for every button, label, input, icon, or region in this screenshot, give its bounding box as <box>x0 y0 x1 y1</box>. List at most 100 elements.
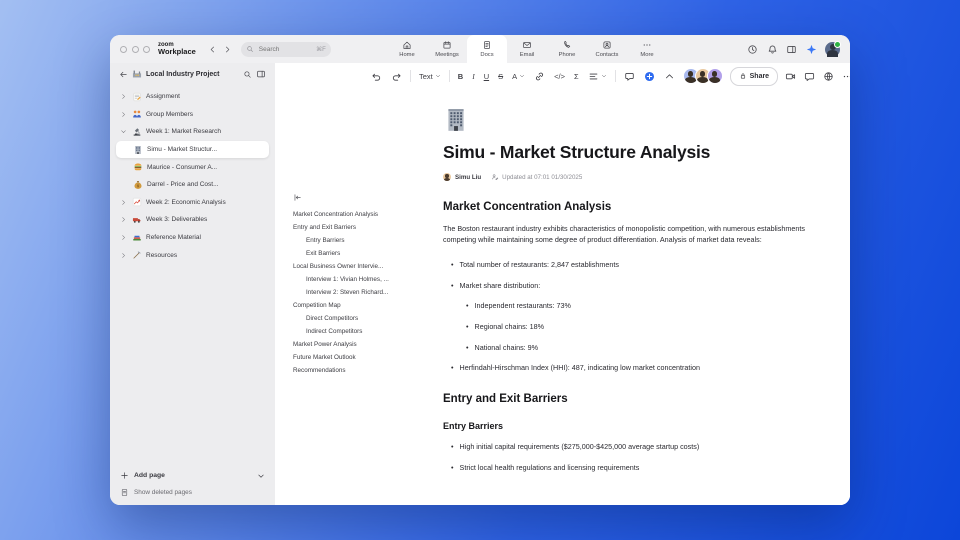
maximize-button[interactable] <box>143 45 150 53</box>
sidebar-item-assignment[interactable]: Assignment <box>116 88 269 106</box>
comment-button[interactable] <box>623 68 636 84</box>
lock-icon <box>740 73 745 79</box>
back-button[interactable] <box>119 70 128 79</box>
paragraph[interactable]: The Boston restaurant industry exhibits … <box>443 224 805 246</box>
section-heading[interactable]: Entry and Exit Barriers <box>443 393 805 405</box>
tab-more[interactable]: More <box>627 35 667 63</box>
collapse-chevron-icon[interactable] <box>120 128 128 135</box>
tab-contacts[interactable]: Contacts <box>587 35 627 63</box>
bullet-item[interactable]: • Herfindahl-Hirschman Index (HHI): 487, … <box>443 363 805 373</box>
bullet-item[interactable]: • Strict local health regulations and lic… <box>443 463 805 473</box>
redo-button[interactable] <box>390 68 403 84</box>
document-page: Simu - Market Structure Analysis Simu Li… <box>443 107 805 484</box>
tab-phone[interactable]: Phone <box>547 35 587 63</box>
bullet-item[interactable]: • National chains: 9% <box>443 343 805 353</box>
tab-email[interactable]: Email <box>507 35 547 63</box>
ai-add-button[interactable] <box>643 68 656 84</box>
expand-chevron-icon[interactable] <box>120 252 128 259</box>
outline-collapse-button[interactable] <box>293 193 437 202</box>
code-button[interactable]: </> <box>553 68 566 84</box>
outline-item[interactable]: Indirect Competitors <box>293 328 437 335</box>
sidebar-search-icon[interactable] <box>243 70 252 79</box>
section-heading[interactable]: Market Concentration Analysis <box>443 201 805 213</box>
outline-item[interactable]: Local Business Owner Intervie... <box>293 263 437 270</box>
side-panel-button[interactable] <box>786 44 797 55</box>
outline-item[interactable]: Market Power Analysis <box>293 341 437 348</box>
expand-chevron-icon[interactable] <box>120 93 128 100</box>
document-blocks: Market Concentration Analysis The Boston … <box>443 201 805 473</box>
add-page-chevron-icon[interactable] <box>257 472 265 480</box>
document-title[interactable]: Simu - Market Structure Analysis <box>443 142 805 163</box>
sidebar-item-group-members[interactable]: Group Members <box>116 106 269 124</box>
zoom-workplace-logo: zoom Workplace <box>158 42 196 56</box>
nav-forward-button[interactable] <box>220 45 235 54</box>
tab-home[interactable]: Home <box>387 35 427 63</box>
video-call-button[interactable] <box>785 71 796 82</box>
tab-meetings[interactable]: Meetings <box>427 35 467 63</box>
text-style-dropdown[interactable]: Text <box>418 68 442 84</box>
bullet-item[interactable]: • High initial capital requirements ($275… <box>443 442 805 452</box>
arrow-left-icon <box>120 71 127 77</box>
strikethrough-button[interactable]: S <box>497 68 504 84</box>
global-search[interactable]: ⌘F <box>240 41 331 57</box>
sidebar-item-week-2-economic-analysis[interactable]: Week 2: Economic Analysis <box>116 194 269 212</box>
collaborator-avatar-3[interactable] <box>706 68 723 84</box>
bold-button[interactable]: B <box>457 68 464 84</box>
outline-item[interactable]: Exit Barriers <box>293 250 437 257</box>
bullet-item[interactable]: • Total number of restaurants: 2,847 esta… <box>443 260 805 270</box>
more-options-button[interactable] <box>842 71 850 82</box>
button-label: I <box>472 71 475 81</box>
equation-button[interactable]: Σ <box>573 68 580 84</box>
subsection-heading[interactable]: Entry Barriers <box>443 421 805 431</box>
minimize-button[interactable] <box>131 45 139 53</box>
search-input[interactable] <box>256 44 301 54</box>
sidebar-panel-icon[interactable] <box>256 69 266 79</box>
sidebar-item-week-3-deliverables[interactable]: Week 3: Deliverables <box>116 211 269 229</box>
outline-item[interactable]: Direct Competitors <box>293 315 437 322</box>
bullet-item[interactable]: • Market share distribution: <box>443 281 805 291</box>
outline-item[interactable]: Interview 1: Vivian Holmes, ... <box>293 276 437 283</box>
text-color-dropdown[interactable]: A <box>511 68 526 84</box>
outline-item[interactable]: Entry Barriers <box>293 237 437 244</box>
link-button[interactable] <box>533 68 546 84</box>
microscope-icon <box>133 128 141 136</box>
language-button[interactable] <box>823 71 834 82</box>
collapse-toolbar-button[interactable] <box>663 68 676 84</box>
align-dropdown[interactable] <box>587 68 608 84</box>
expand-chevron-icon[interactable] <box>120 234 128 241</box>
share-button[interactable]: Share <box>729 66 779 86</box>
outline-item[interactable]: Entry and Exit Barriers <box>293 224 437 231</box>
author-avatar <box>443 173 451 181</box>
outline-item[interactable]: Interview 2: Steven Richard... <box>293 289 437 296</box>
notifications-bell-button[interactable] <box>767 44 778 55</box>
undo-button[interactable] <box>370 68 383 84</box>
ai-companion-button[interactable] <box>806 44 817 55</box>
sidebar-item-resources[interactable]: Resources <box>116 246 269 264</box>
underline-button[interactable]: U <box>483 68 490 84</box>
tab-docs[interactable]: Docs <box>467 35 507 63</box>
expand-chevron-icon[interactable] <box>120 216 128 223</box>
comment-icon <box>624 72 634 81</box>
sidebar-item-darrel-price-and-cost[interactable]: Darrel - Price and Cost... <box>116 176 269 194</box>
outline-item[interactable]: Competition Map <box>293 302 437 309</box>
outline-item[interactable]: Market Concentration Analysis <box>293 211 437 218</box>
sidebar-item-week-1-market-research[interactable]: Week 1: Market Research <box>116 123 269 141</box>
bullet-item[interactable]: • Independent restaurants: 73% <box>443 301 805 311</box>
user-avatar[interactable] <box>825 40 841 57</box>
add-page-button[interactable]: Add page <box>120 471 265 480</box>
italic-button[interactable]: I <box>471 68 476 84</box>
chat-button[interactable] <box>804 71 815 82</box>
sidebar-item-simu-market-structur[interactable]: Simu - Market Structur... <box>116 140 269 159</box>
bullet-item[interactable]: • Regional chains: 18% <box>443 322 805 332</box>
undo-icon <box>372 73 381 81</box>
nav-back-button[interactable] <box>205 45 220 54</box>
outline-item[interactable]: Recommendations <box>293 367 437 374</box>
history-clock-button[interactable] <box>747 44 758 55</box>
sidebar-item-maurice-consumer-a[interactable]: Maurice - Consumer A... <box>116 158 269 176</box>
outline-item[interactable]: Future Market Outlook <box>293 354 437 361</box>
sidebar-item-reference-material[interactable]: Reference Material <box>116 229 269 247</box>
expand-chevron-icon[interactable] <box>120 111 128 118</box>
show-deleted-pages-button[interactable]: Show deleted pages <box>120 488 265 497</box>
expand-chevron-icon[interactable] <box>120 199 128 206</box>
close-button[interactable] <box>120 45 127 53</box>
